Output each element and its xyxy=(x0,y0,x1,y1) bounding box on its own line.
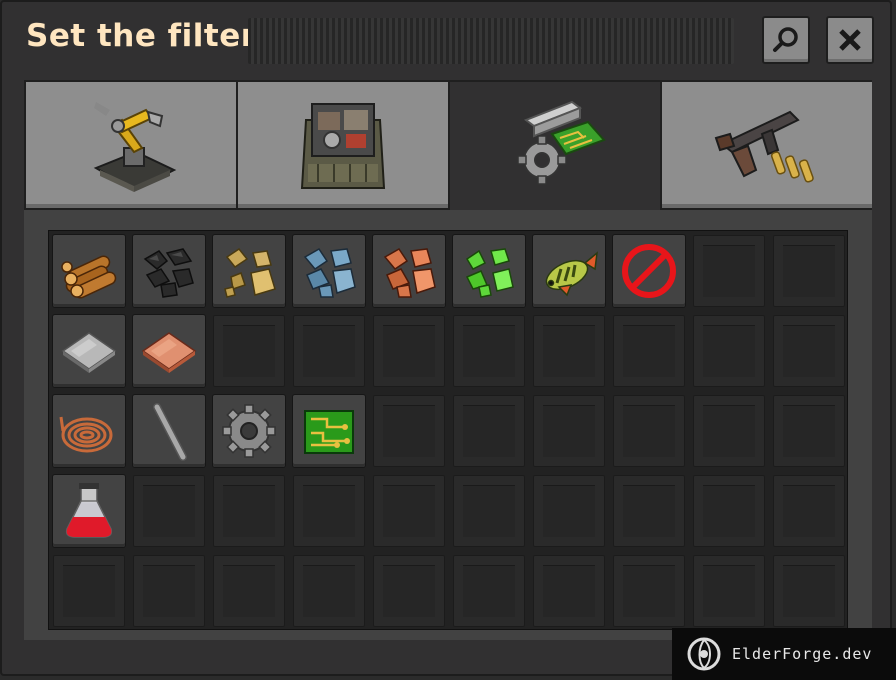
item-slot-iron-ore[interactable] xyxy=(293,235,365,307)
empty-slot xyxy=(373,555,445,627)
item-group-tabs xyxy=(24,80,872,212)
item-grid xyxy=(48,230,848,630)
item-slot-iron-gear-wheel[interactable] xyxy=(213,395,285,467)
empty-slot xyxy=(453,475,525,547)
empty-slot xyxy=(453,315,525,387)
tab-production[interactable] xyxy=(238,82,448,208)
item-slot-raw-fish[interactable] xyxy=(533,235,605,307)
empty-slot xyxy=(213,555,285,627)
copper-cable-icon xyxy=(59,416,113,453)
iron-ore-icon xyxy=(303,248,356,298)
item-slot-iron-plate[interactable] xyxy=(53,315,125,387)
empty-slot xyxy=(293,475,365,547)
watermark: ElderForge.dev xyxy=(672,628,896,680)
tab-logistics[interactable] xyxy=(26,82,236,208)
item-slot-nothing[interactable] xyxy=(613,235,685,307)
uranium-ore-icon xyxy=(465,248,514,298)
inserter-icon xyxy=(93,102,177,192)
tab-intermediate-products[interactable] xyxy=(450,82,660,212)
watermark-text: ElderForge.dev xyxy=(732,645,873,663)
empty-slot xyxy=(773,315,845,387)
raw-fish-icon xyxy=(545,251,598,297)
empty-slot xyxy=(613,555,685,627)
item-slot-stone[interactable] xyxy=(213,235,285,307)
item-slot-electronic-circuit[interactable] xyxy=(293,395,365,467)
copper-plate-icon xyxy=(141,332,197,373)
submachine-gun-icon xyxy=(714,110,814,183)
item-slot-copper-ore[interactable] xyxy=(373,235,445,307)
empty-slot xyxy=(533,475,605,547)
empty-slot xyxy=(613,475,685,547)
empty-slot xyxy=(53,555,125,627)
close-button[interactable] xyxy=(826,16,874,64)
empty-slot xyxy=(133,475,205,547)
elderforge-logo-icon xyxy=(687,637,721,671)
empty-slot xyxy=(453,555,525,627)
empty-slot xyxy=(373,475,445,547)
iron-plate-icon xyxy=(61,332,117,373)
stone-icon xyxy=(224,247,276,298)
iron-stick-icon xyxy=(153,403,187,461)
empty-slot xyxy=(773,235,845,307)
close-icon xyxy=(839,29,861,51)
search-icon xyxy=(773,27,798,52)
empty-slot xyxy=(293,555,365,627)
tab-combat[interactable] xyxy=(662,82,872,208)
wood-icon xyxy=(61,255,117,299)
item-slot-automation-science-pack[interactable] xyxy=(53,475,125,547)
empty-slot xyxy=(773,395,845,467)
empty-slot xyxy=(373,395,445,467)
empty-slot xyxy=(613,315,685,387)
empty-slot xyxy=(373,315,445,387)
empty-slot xyxy=(693,555,765,627)
empty-slot xyxy=(773,555,845,627)
item-slot-iron-stick[interactable] xyxy=(133,395,205,467)
title-drag-handle[interactable] xyxy=(248,18,734,64)
item-slot-wood[interactable] xyxy=(53,235,125,307)
empty-slot xyxy=(693,315,765,387)
search-button[interactable] xyxy=(762,16,810,64)
empty-slot xyxy=(693,395,765,467)
copper-ore-icon xyxy=(383,248,436,298)
empty-slot xyxy=(693,475,765,547)
coal-icon xyxy=(143,248,194,298)
iron-gear-wheel-icon xyxy=(222,404,276,458)
empty-slot xyxy=(533,315,605,387)
empty-slot xyxy=(533,555,605,627)
empty-slot xyxy=(613,395,685,467)
item-slot-copper-cable[interactable] xyxy=(53,395,125,467)
intermediate-products-icon xyxy=(517,100,606,185)
empty-slot xyxy=(293,315,365,387)
empty-slot xyxy=(133,555,205,627)
empty-slot xyxy=(693,235,765,307)
electronic-circuit-icon xyxy=(304,410,354,454)
item-slot-copper-plate[interactable] xyxy=(133,315,205,387)
empty-slot xyxy=(213,315,285,387)
assembling-machine-icon xyxy=(300,103,386,189)
item-slot-uranium-ore[interactable] xyxy=(453,235,525,307)
window-title: Set the filter xyxy=(26,18,257,54)
empty-slot xyxy=(453,395,525,467)
item-slot-coal[interactable] xyxy=(133,235,205,307)
empty-slot xyxy=(773,475,845,547)
automation-science-pack-icon xyxy=(65,483,113,538)
empty-slot xyxy=(213,475,285,547)
empty-slot xyxy=(533,395,605,467)
nothing-icon xyxy=(622,244,676,298)
